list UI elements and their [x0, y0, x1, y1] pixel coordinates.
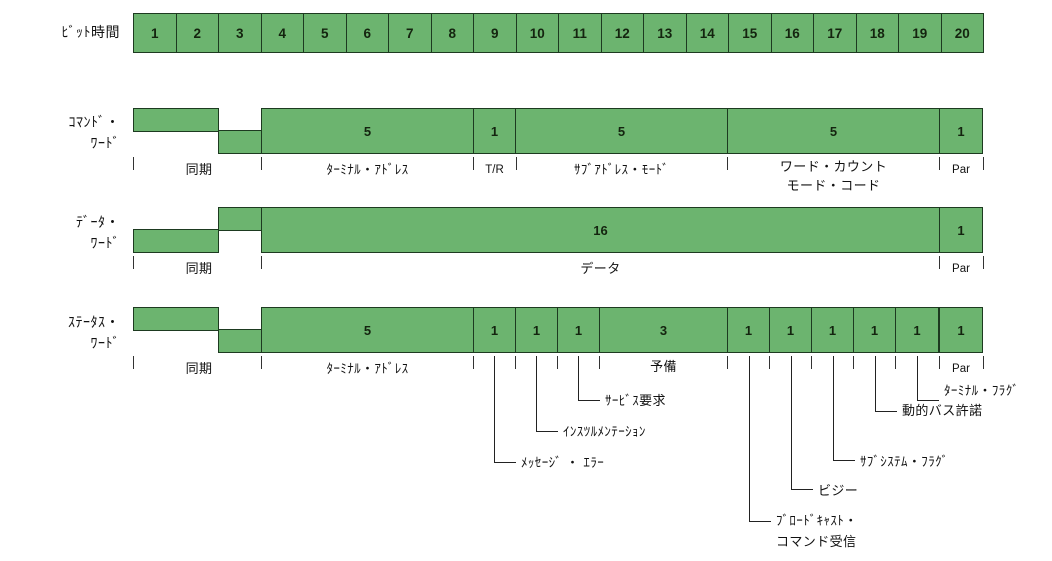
command-word-tick: [133, 157, 134, 170]
status-word-field-instrumentation: 1: [515, 307, 558, 353]
command-word-caption-terminal-address: ﾀｰﾐﾅﾙ・ｱﾄﾞﾚｽ: [326, 162, 409, 177]
status-word-tick: [811, 356, 812, 369]
status-word-field-service-request: 1: [557, 307, 600, 353]
leader-elbow-instrumentation: [536, 431, 558, 432]
command-word-tick: [983, 157, 984, 170]
bit-time-cell: 20: [940, 13, 984, 53]
bit-time-cell: 19: [898, 13, 942, 53]
callout-broadcast-command-received: ﾌﾞﾛｰﾄﾞｷｬｽﾄ・ コマンド受信: [776, 513, 858, 549]
status-word-caption-reserved: 予備: [650, 359, 677, 374]
leader-line-dynamic-bus-control: [875, 356, 876, 412]
status-word-tick: [557, 356, 558, 369]
leader-line-subsystem-flag: [833, 356, 834, 461]
bit-time-cell: 15: [728, 13, 772, 53]
status-word-sync-high: [133, 307, 219, 331]
status-word-field-parity: 1: [939, 307, 983, 353]
leader-elbow-dynamic-bus-control: [875, 411, 897, 412]
bit-time-cell: 7: [388, 13, 432, 53]
bit-time-cell: 4: [260, 13, 304, 53]
leader-elbow-subsystem-flag: [833, 460, 855, 461]
data-word-sync-low: [133, 229, 219, 253]
status-word-field-dynamic-bus-control: 1: [853, 307, 896, 353]
bit-time-cell: 5: [303, 13, 347, 53]
bit-time-cell: 11: [558, 13, 602, 53]
command-word-sync-high: [133, 108, 219, 132]
bit-time-cell: 17: [813, 13, 857, 53]
status-word-tick: [853, 356, 854, 369]
leader-line-broadcast-command-received: [749, 356, 750, 522]
diagram-canvas: ﾋﾞｯﾄ時間 1 2 3 4 5 6 7 8 9 10 11 12 13 14 15 16 17 18 19 20 ｺ…: [0, 0, 1052, 561]
leader-line-busy: [791, 356, 792, 490]
bit-time-cell: 8: [430, 13, 474, 53]
status-word-field-terminal-flag: 1: [895, 307, 939, 353]
status-word-caption-parity: Par: [952, 363, 970, 375]
status-word-tick: [983, 356, 984, 369]
data-word-row-label: ﾃﾞｰﾀ・ ﾜｰﾄﾞ: [76, 214, 120, 251]
bit-time-cell: 3: [218, 13, 262, 53]
command-word-caption-word-count-mode-code: ワード・カウント モード・コード: [779, 159, 888, 193]
leader-elbow-broadcast-command-received: [749, 521, 771, 522]
status-word-row-label: ｽﾃｰﾀｽ・ ﾜｰﾄﾞ: [68, 314, 120, 351]
leader-line-message-error: [494, 356, 495, 463]
status-word-field-terminal-address: 5: [261, 307, 474, 353]
callout-service-request: ｻｰﾋﾞｽ要求: [605, 393, 666, 408]
leader-elbow-service-request: [578, 400, 600, 401]
status-word-tick: [133, 356, 134, 369]
callout-instrumentation: ｲﾝｽﾂﾙﾒﾝﾃｰｼｮﾝ: [563, 424, 646, 439]
command-word-caption-subaddress-mode: ｻﾌﾞｱﾄﾞﾚｽ・ﾓｰﾄﾞ: [574, 162, 669, 177]
bit-time-cell: 13: [643, 13, 687, 53]
status-word-field-broadcast-command-received: 1: [727, 307, 770, 353]
bit-time-row-label: ﾋﾞｯﾄ時間: [61, 24, 120, 40]
leader-line-instrumentation: [536, 356, 537, 432]
callout-terminal-flag: ﾀｰﾐﾅﾙ・ﾌﾗｸﾞ: [944, 383, 1020, 398]
status-word-caption-terminal-address: ﾀｰﾐﾅﾙ・ｱﾄﾞﾚｽ: [326, 361, 409, 376]
callout-busy: ビジー: [818, 483, 859, 498]
bit-time-cell: 18: [855, 13, 899, 53]
command-word-row-label: ｺﾏﾝﾄﾞ・ ﾜｰﾄﾞ: [68, 114, 120, 151]
command-word-field-terminal-address: 5: [261, 108, 474, 154]
bit-time-cell: 10: [515, 13, 559, 53]
bit-time-cell: 2: [175, 13, 219, 53]
callout-dynamic-bus-control: 動的バス許諾: [902, 403, 983, 418]
data-word-sync-high: [218, 207, 262, 231]
bit-time-cell: 12: [600, 13, 644, 53]
callout-subsystem-flag: ｻﾌﾞｼｽﾃﾑ・ﾌﾗｸﾞ: [860, 454, 949, 469]
leader-elbow-busy: [791, 489, 813, 490]
command-word-field-subaddress-mode: 5: [515, 108, 728, 154]
command-word-field-tr: 1: [473, 108, 516, 154]
data-word-tick: [983, 256, 984, 269]
data-word-caption-data: データ: [580, 261, 621, 276]
status-word-sync-caption: 同期: [185, 361, 213, 376]
bit-time-cell: 6: [345, 13, 389, 53]
bit-time-cell: 1: [133, 13, 177, 53]
status-word-tick: [895, 356, 896, 369]
data-word-caption-parity: Par: [952, 263, 970, 275]
bit-time-cell: 14: [685, 13, 729, 53]
command-word-field-parity: 1: [939, 108, 983, 154]
command-word-caption-parity: Par: [952, 164, 970, 176]
status-word-field-message-error: 1: [473, 307, 516, 353]
command-word-sync-caption: 同期: [185, 162, 213, 177]
callout-message-error: ﾒｯｾｰｼﾞ ・ ｴﾗｰ: [521, 455, 605, 470]
status-word-field-reserved: 3: [599, 307, 728, 353]
bit-time-cell: 16: [770, 13, 814, 53]
leader-line-service-request: [578, 356, 579, 401]
data-word-field-parity: 1: [939, 207, 983, 253]
status-word-field-busy: 1: [769, 307, 812, 353]
leader-elbow-message-error: [494, 462, 516, 463]
data-word-sync-caption: 同期: [185, 261, 213, 276]
status-word-sync-low: [218, 329, 262, 353]
command-word-field-word-count-mode-code: 5: [727, 108, 940, 154]
status-word-field-subsystem-flag: 1: [811, 307, 854, 353]
status-word-tick: [769, 356, 770, 369]
command-word-caption-tr: T/R: [485, 164, 504, 176]
bit-time-cell: 9: [473, 13, 517, 53]
data-word-tick: [133, 256, 134, 269]
data-word-field-data: 16: [261, 207, 940, 253]
status-word-tick: [515, 356, 516, 369]
command-word-sync-low: [218, 130, 262, 154]
leader-line-terminal-flag: [917, 356, 918, 401]
